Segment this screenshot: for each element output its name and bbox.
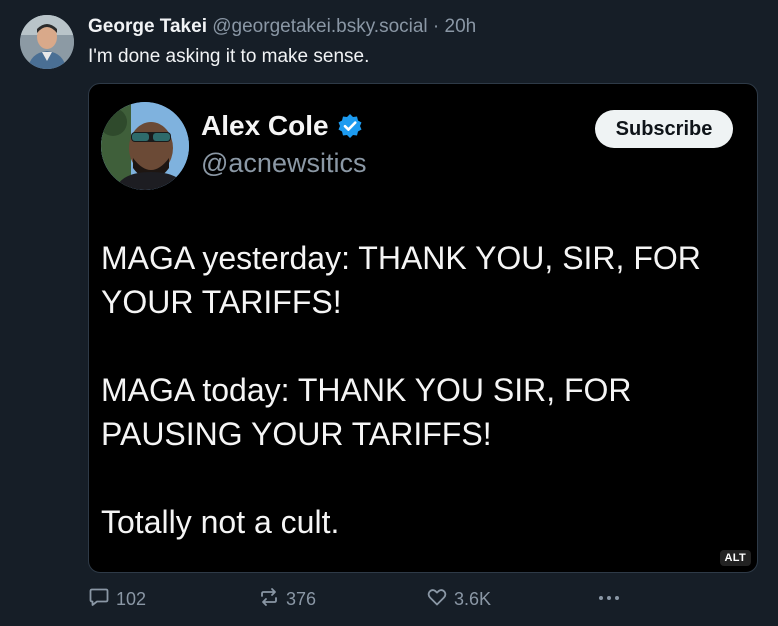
more-icon — [596, 585, 628, 616]
repost-icon — [258, 586, 286, 613]
reply-button[interactable]: 102 — [88, 586, 146, 613]
embedded-image[interactable]: Alex Cole @acnewsitics Subscribe MAGA ye… — [88, 83, 758, 573]
post-text: I'm done asking it to make sense. — [88, 46, 370, 67]
embed-avatar — [101, 102, 189, 190]
embed-line-1: MAGA yesterday: THANK YOU, SIR, FOR YOUR… — [101, 240, 701, 320]
embed-author-name: Alex Cole — [201, 110, 363, 142]
more-options-button[interactable] — [596, 585, 628, 616]
like-count: 3.6K — [454, 589, 492, 609]
author-name[interactable]: George Takei — [88, 16, 207, 37]
reply-count: 102 — [116, 589, 147, 609]
reply-icon — [88, 586, 116, 613]
embed-tweet-body: MAGA yesterday: THANK YOU, SIR, FOR YOUR… — [101, 236, 741, 544]
repost-button[interactable]: 376 — [258, 586, 316, 613]
post-actions: 102 376 3.6K — [88, 586, 628, 612]
repost-count: 376 — [286, 589, 317, 609]
author-handle[interactable]: @georgetakei.bsky.social — [212, 16, 427, 37]
separator-dot: · — [432, 16, 440, 37]
post-header: George Takei @georgetakei.bsky.social · … — [88, 14, 476, 40]
author-avatar[interactable] — [20, 15, 74, 69]
embed-author-handle: @acnewsitics — [201, 148, 367, 178]
post: George Takei @georgetakei.bsky.social · … — [0, 0, 778, 626]
like-button[interactable]: 3.6K — [426, 586, 491, 613]
post-timestamp[interactable]: 20h — [445, 16, 477, 37]
embed-author-name-text: Alex Cole — [201, 110, 329, 141]
embed-line-2: MAGA today: THANK YOU SIR, FOR PAUSING Y… — [101, 372, 632, 452]
verified-badge-icon — [337, 113, 363, 139]
alt-text-badge[interactable]: ALT — [719, 550, 751, 566]
subscribe-button: Subscribe — [595, 110, 733, 148]
embed-line-3: Totally not a cult. — [101, 504, 340, 540]
like-icon — [426, 586, 454, 613]
